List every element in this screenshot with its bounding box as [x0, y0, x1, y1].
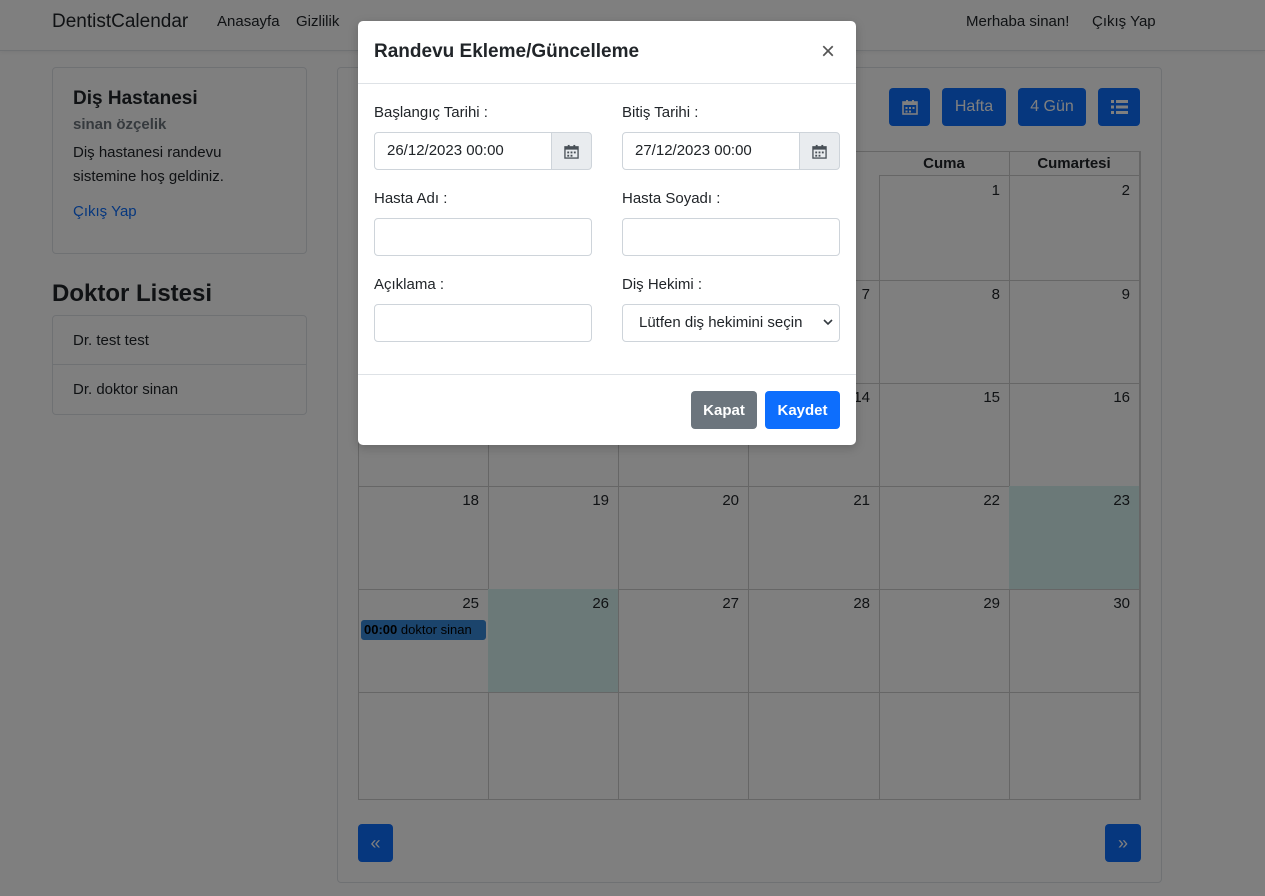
description-input[interactable] — [374, 304, 592, 342]
calendar-icon — [564, 144, 579, 159]
start-date-label: Başlangıç Tarihi : — [374, 104, 488, 121]
calendar-icon — [812, 144, 827, 159]
patient-surname-input[interactable] — [622, 218, 840, 256]
close-button[interactable]: Kapat — [691, 391, 757, 429]
start-date-input[interactable]: 26/12/2023 00:00 — [374, 132, 553, 170]
chevron-down-icon — [823, 319, 833, 326]
dentist-select[interactable]: Lütfen diş hekimini seçin — [622, 304, 840, 342]
patient-name-input[interactable] — [374, 218, 592, 256]
dentist-select-value: Lütfen diş hekimini seçin — [639, 314, 803, 331]
appointment-modal: Randevu Ekleme/Güncelleme × Başlangıç Ta… — [358, 21, 856, 445]
modal-title: Randevu Ekleme/Güncelleme — [374, 41, 640, 62]
modal-header: Randevu Ekleme/Güncelleme × — [358, 21, 856, 84]
start-date-picker-button[interactable] — [551, 132, 592, 170]
patient-surname-label: Hasta Soyadı : — [622, 190, 721, 207]
patient-name-label: Hasta Adı : — [374, 190, 448, 207]
dentist-label: Diş Hekimi : — [622, 276, 703, 293]
end-date-label: Bitiş Tarihi : — [622, 104, 699, 121]
description-label: Açıklama : — [374, 276, 445, 293]
end-date-picker-button[interactable] — [799, 132, 840, 170]
save-button[interactable]: Kaydet — [765, 391, 840, 429]
end-date-input[interactable]: 27/12/2023 00:00 — [622, 132, 801, 170]
close-icon[interactable]: × — [821, 38, 835, 66]
